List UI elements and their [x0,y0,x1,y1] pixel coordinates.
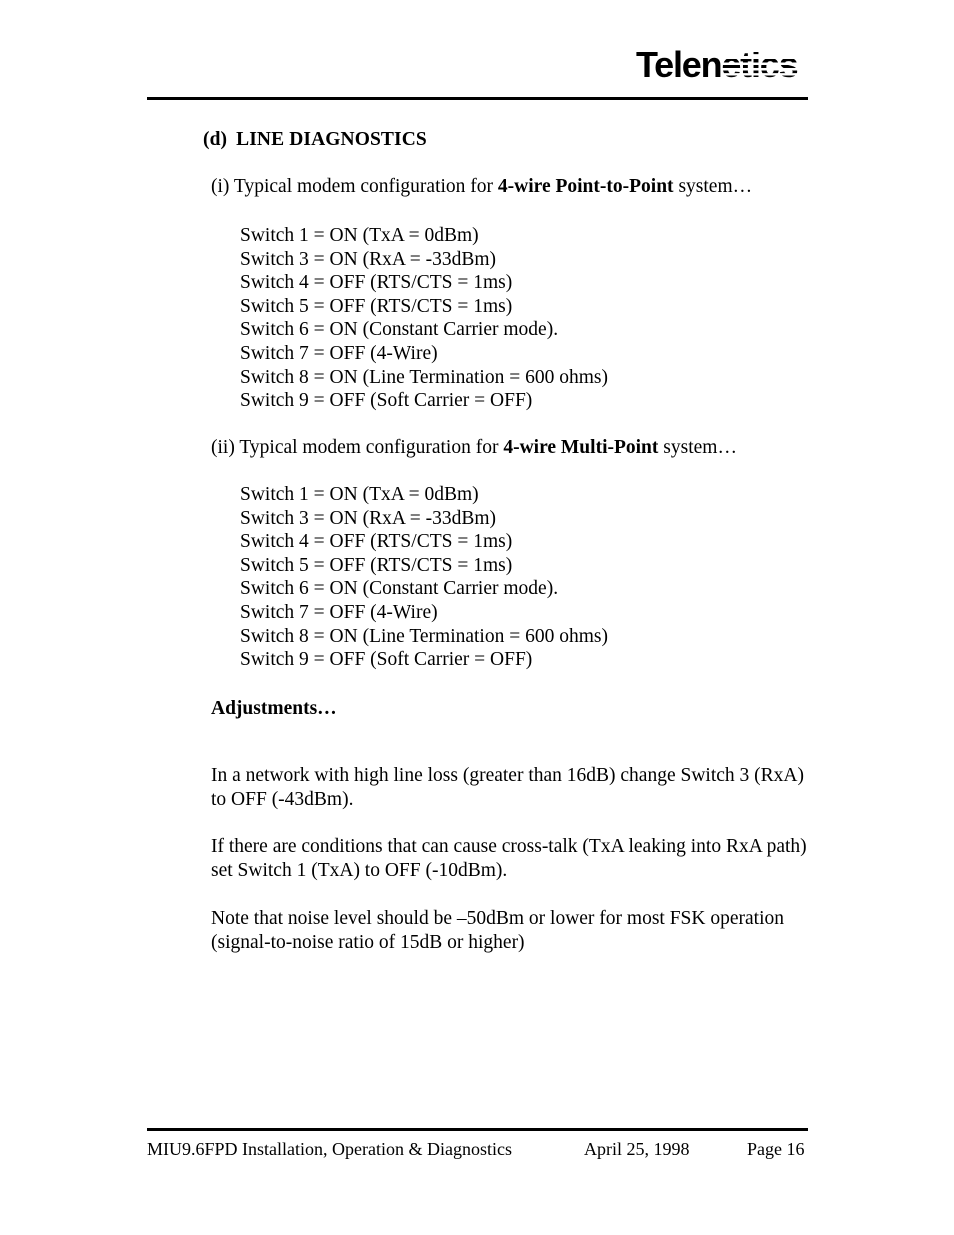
adjustments-paragraph-line-loss: In a network with high line loss (greate… [211,764,804,811]
telenetics-logo: Telenetics [636,44,808,86]
list-item: Switch 7 = OFF (4-Wire) [240,601,438,623]
list-item: Switch 6 = ON (Constant Carrier mode). [240,578,559,600]
subsection-intro-point-to-point: (i) Typical modem configuration for 4-wi… [211,176,752,198]
section-label: (d) [203,129,228,150]
subsection-intro-after: system… [658,437,737,458]
telenetics-logo-text: Telenetics [636,44,798,85]
footer-date: April 25, 1998 [584,1139,690,1159]
list-item: Switch 4 = OFF (RTS/CTS = 1ms) [240,531,513,553]
list-item: Switch 9 = OFF (Soft Carrier = OFF) [240,649,533,671]
list-item: Switch 1 = ON (TxA = 0dBm) [240,484,479,505]
document-page: Telenetics (d) LINE DIAGNOSTICS (i) Typic… [0,0,954,1235]
switch-settings-list-point-to-point: Switch 1 = ON (TxA = 0dBm) Switch 3 = ON… [240,224,608,413]
subsection-intro-before: Typical modem configuration for [234,437,504,458]
section-heading: (d) LINE DIAGNOSTICS [203,129,427,151]
subsection-intro-multi-point: (ii) Typical modem configuration for 4-w… [211,437,737,459]
subsection-intro-emphasis: 4-wire Point-to-Point [497,176,674,197]
list-item: Switch 8 = ON (Line Termination = 600 oh… [240,366,608,388]
footer-document-title: MIU9.6FPD Installation, Operation & Diag… [147,1139,512,1159]
list-item: Switch 3 = ON (RxA = -33dBm) [240,507,496,529]
list-item: Switch 5 = OFF (RTS/CTS = 1ms) [240,554,513,576]
section-title: LINE DIAGNOSTICS [236,129,427,150]
list-item: Switch 9 = OFF (Soft Carrier = OFF) [240,390,533,412]
footer-divider [147,1128,808,1131]
subsection-intro-emphasis: 4-wire Multi-Point [503,437,659,458]
list-item: Switch 1 = ON (TxA = 0dBm) [240,225,479,246]
list-item: Switch 3 = ON (RxA = -33dBm) [240,248,496,270]
switch-settings-list-multi-point: Switch 1 = ON (TxA = 0dBm) Switch 3 = ON… [240,483,608,672]
list-item: Switch 8 = ON (Line Termination = 600 oh… [240,625,608,647]
page-footer: MIU9.6FPD Installation, Operation & Diag… [147,1139,808,1165]
list-item: Switch 4 = OFF (RTS/CTS = 1ms) [240,272,513,294]
page-header: Telenetics [147,30,808,100]
adjustments-paragraph-noise-level: Note that noise level should be –50dBm o… [211,907,785,954]
adjustments-heading: Adjustments… [211,698,337,719]
subsection-marker: (i) [211,176,230,197]
subsection-intro-after: system… [673,176,753,197]
subsection-marker: (ii) [211,437,235,458]
list-item: Switch 6 = ON (Constant Carrier mode). [240,319,559,341]
adjustments-paragraph-cross-talk: If there are conditions that can cause c… [211,835,807,882]
list-item: Switch 5 = OFF (RTS/CTS = 1ms) [240,295,513,317]
header-divider [147,97,808,100]
list-item: Switch 7 = OFF (4-Wire) [240,342,438,364]
footer-page-number: Page 16 [747,1139,805,1159]
subsection-intro-before: Typical modem configuration for [229,176,498,197]
